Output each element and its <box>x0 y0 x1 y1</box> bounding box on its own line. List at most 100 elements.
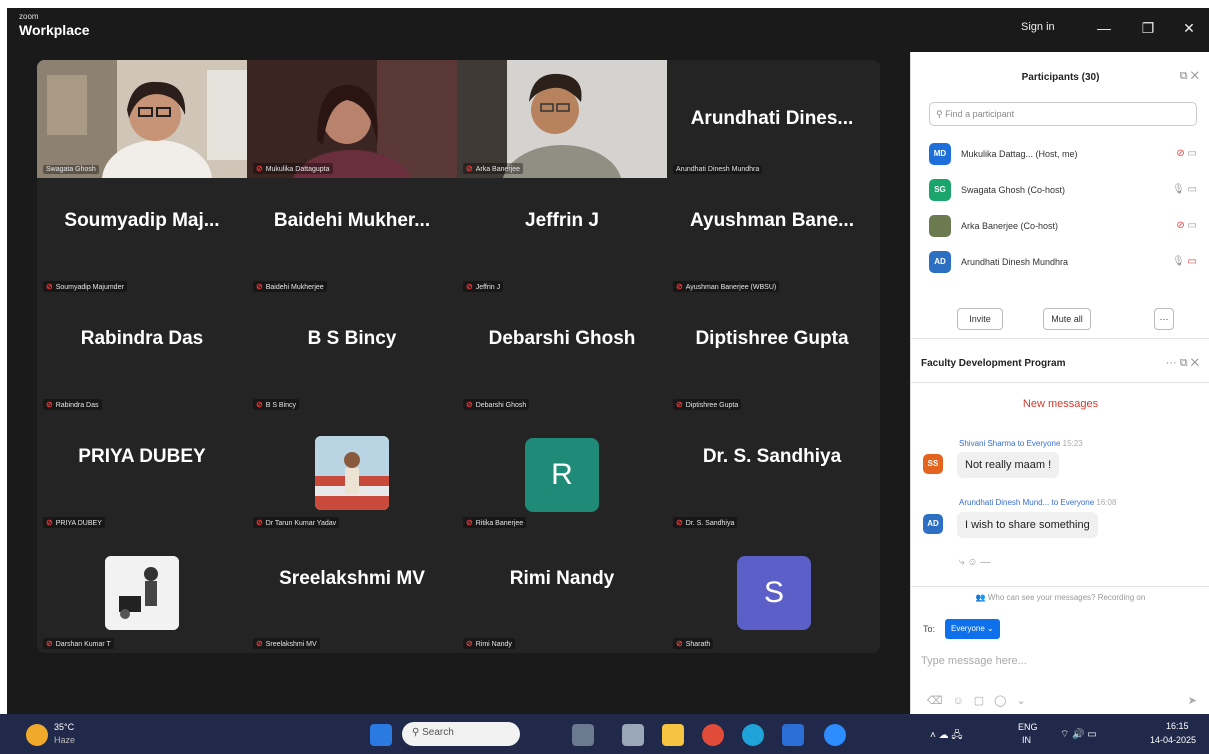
chat-window-icons[interactable]: ··· ⧉ ✕ <box>1166 357 1199 370</box>
mic-video-icons[interactable]: ⊘ ▭ <box>1176 220 1197 231</box>
avatar: S <box>737 556 811 630</box>
participant-row[interactable]: Arka Banerjee (Co-host) ⊘ ▭ <box>929 212 1197 242</box>
language-indicator[interactable]: ENG <box>1018 722 1038 732</box>
participant-name-tag: ⊘ Sreelakshmi MV <box>253 638 320 649</box>
chat-message[interactable]: Not really maam ! <box>957 452 1060 478</box>
video-tile[interactable]: Rimi Nandy ⊘ Rimi Nandy <box>457 532 667 653</box>
video-tile[interactable]: S ⊘ Sharath <box>667 532 877 653</box>
video-tile[interactable]: PRIYA DUBEY ⊘ PRIYA DUBEY <box>37 414 247 532</box>
participant-row[interactable]: AD Arundhati Dinesh Mundhra 🎙 ▭ <box>929 248 1197 278</box>
invite-button[interactable]: Invite <box>957 308 1003 330</box>
video-tile[interactable]: Swagata Ghosh <box>37 60 247 178</box>
zoom-window: zoom Workplace Sign in — ❐ ✕ Swagata Gho… <box>7 8 1209 714</box>
participant-name-tag: ⊘ Sharath <box>673 638 714 649</box>
participant-name: Mukulika Dattag... (Host, me) <box>961 149 1078 159</box>
weather-icon[interactable] <box>26 724 48 746</box>
participant-name-tag: ⊘ PRIYA DUBEY <box>43 517 105 528</box>
participant-name-tag: ⊘ Baidehi Mukherjee <box>253 281 327 292</box>
participant-name-tag: ⊘ Mukulika Dattagupta <box>253 163 333 174</box>
send-icon[interactable]: ➤ <box>1188 694 1197 707</box>
search-icon: ⚲ <box>412 727 423 738</box>
avatar: SS <box>923 454 943 474</box>
avatar: R <box>525 438 599 512</box>
participant-name-tag: Arundhati Dinesh Mundhra <box>673 165 763 174</box>
video-tile[interactable]: Debarshi Ghosh ⊘ Debarshi Ghosh <box>457 296 667 414</box>
network-volume-battery-icons[interactable]: ⌔ 🔊 ▭ <box>1060 728 1097 741</box>
weather-temp: 35°C <box>54 722 75 732</box>
video-tile[interactable]: ⊘ Mukulika Dattagupta <box>247 60 457 178</box>
clock-time[interactable]: 16:15 <box>1166 721 1189 731</box>
chat-toolbar-icons[interactable]: ⌫☺▢◯⌄ <box>927 694 1036 707</box>
edge-icon[interactable] <box>742 724 764 746</box>
taskbar-search-input[interactable]: ⚲ Search <box>402 722 520 746</box>
people-icon: 👥 <box>975 593 988 602</box>
video-tile[interactable]: R ⊘ Ritika Banerjee <box>457 414 667 532</box>
avatar: AD <box>923 514 943 534</box>
video-tile[interactable]: Baidehi Mukher... ⊘ Baidehi Mukherjee <box>247 178 457 296</box>
app-icon[interactable] <box>572 724 594 746</box>
participant-name-large: Dr. S. Sandhiya <box>702 446 842 467</box>
mic-muted-icon: ⊘ <box>256 518 263 527</box>
message-input[interactable]: Type message here... <box>921 655 1027 667</box>
participant-name-large: Baidehi Mukher... <box>273 210 431 231</box>
task-view-icon[interactable] <box>622 724 644 746</box>
divider <box>911 382 1209 383</box>
participant-name-tag: ⊘ Rimi Nandy <box>463 638 515 649</box>
mic-muted-icon: ⊘ <box>466 282 473 291</box>
participant-row[interactable]: SG Swagata Ghosh (Co-host) 🎙 ▭ <box>929 176 1197 206</box>
participant-video <box>457 60 667 178</box>
participant-row[interactable]: MD Mukulika Dattag... (Host, me) ⊘ ▭ <box>929 140 1197 170</box>
avatar: AD <box>929 251 951 273</box>
search-icon: ⚲ <box>936 109 946 119</box>
more-options-button[interactable]: ··· <box>1154 308 1174 330</box>
video-tile[interactable]: Sreelakshmi MV ⊘ Sreelakshmi MV <box>247 532 457 653</box>
sign-in-button[interactable]: Sign in <box>1021 21 1055 33</box>
zoom-icon[interactable] <box>824 724 846 746</box>
avatar: SG <box>929 179 951 201</box>
video-tile[interactable]: Arundhati Dines... Arundhati Dinesh Mund… <box>667 60 877 178</box>
video-tile[interactable]: Jeffrin J ⊘ Jeffrin J <box>457 178 667 296</box>
to-label: To: <box>923 624 936 634</box>
participant-name-large: Ayushman Bane... <box>689 210 854 231</box>
video-tile[interactable]: ⊘ Dr Tarun Kumar Yadav <box>247 414 457 532</box>
chrome-icon[interactable] <box>702 724 724 746</box>
mic-video-icons[interactable]: 🎙 ▭ <box>1172 256 1197 267</box>
mic-muted-icon: ⊘ <box>466 164 473 173</box>
video-tile[interactable]: Ayushman Bane... ⊘ Ayushman Banerjee (WBS… <box>667 178 877 296</box>
restore-button[interactable]: ❐ <box>1137 17 1159 39</box>
mic-muted-icon: ⊘ <box>46 639 53 648</box>
video-tile[interactable]: ⊘ Darshan Kumar T <box>37 532 247 653</box>
minimize-button[interactable]: — <box>1093 17 1115 39</box>
message-sender: Arundhati Dinesh Mund... to Everyone 16:… <box>959 498 1117 507</box>
reaction-icons[interactable]: ⤷ ☺ — <box>959 557 990 568</box>
participant-search-input[interactable]: ⚲ Find a participant <box>929 102 1197 126</box>
zoom-logo: zoom Workplace <box>19 13 90 38</box>
clock-date[interactable]: 14-04-2025 <box>1150 735 1196 745</box>
visibility-notice[interactable]: 👥 Who can see your messages? Recording o… <box>911 593 1209 602</box>
mic-muted-icon: ⊘ <box>466 400 473 409</box>
participant-name-tag: ⊘ Dr. S. Sandhiya <box>673 517 738 528</box>
participant-name-large: Diptishree Gupta <box>695 328 849 349</box>
video-tile[interactable]: B S Bincy ⊘ B S Bincy <box>247 296 457 414</box>
close-window-button[interactable]: ✕ <box>1178 17 1200 39</box>
popout-close-icons[interactable]: ⧉ ✕ <box>1180 70 1199 83</box>
video-gallery: Swagata Ghosh ⊘ Mukulika Dattagupta ⊘ Arka… <box>37 60 880 653</box>
video-tile[interactable]: Diptishree Gupta ⊘ Diptishree Gupta <box>667 296 877 414</box>
recipient-dropdown[interactable]: Everyone ⌄ <box>945 619 1000 639</box>
system-tray-icons[interactable]: ˄ ☁ 🖧 <box>930 728 963 745</box>
video-tile[interactable]: ⊘ Arka Banerjee <box>457 60 667 178</box>
participant-name-large: Rabindra Das <box>80 328 204 349</box>
outlook-icon[interactable] <box>782 724 804 746</box>
participant-name-large: PRIYA DUBEY <box>78 446 206 467</box>
mute-all-button[interactable]: Mute all <box>1043 308 1091 330</box>
participant-name-tag: ⊘ B S Bincy <box>253 399 300 410</box>
mic-video-icons[interactable]: 🎙 ▭ <box>1172 184 1197 195</box>
video-tile[interactable]: Soumyadip Maj... ⊘ Soumyadip Majumder <box>37 178 247 296</box>
participant-name-tag: ⊘ Ritika Banerjee <box>463 517 527 528</box>
mic-video-icons[interactable]: ⊘ ▭ <box>1176 148 1197 159</box>
file-explorer-icon[interactable] <box>662 724 684 746</box>
start-icon[interactable] <box>370 724 392 746</box>
chat-message[interactable]: I wish to share something <box>957 512 1098 538</box>
video-tile[interactable]: Rabindra Das ⊘ Rabindra Das <box>37 296 247 414</box>
video-tile[interactable]: Dr. S. Sandhiya ⊘ Dr. S. Sandhiya <box>667 414 877 532</box>
